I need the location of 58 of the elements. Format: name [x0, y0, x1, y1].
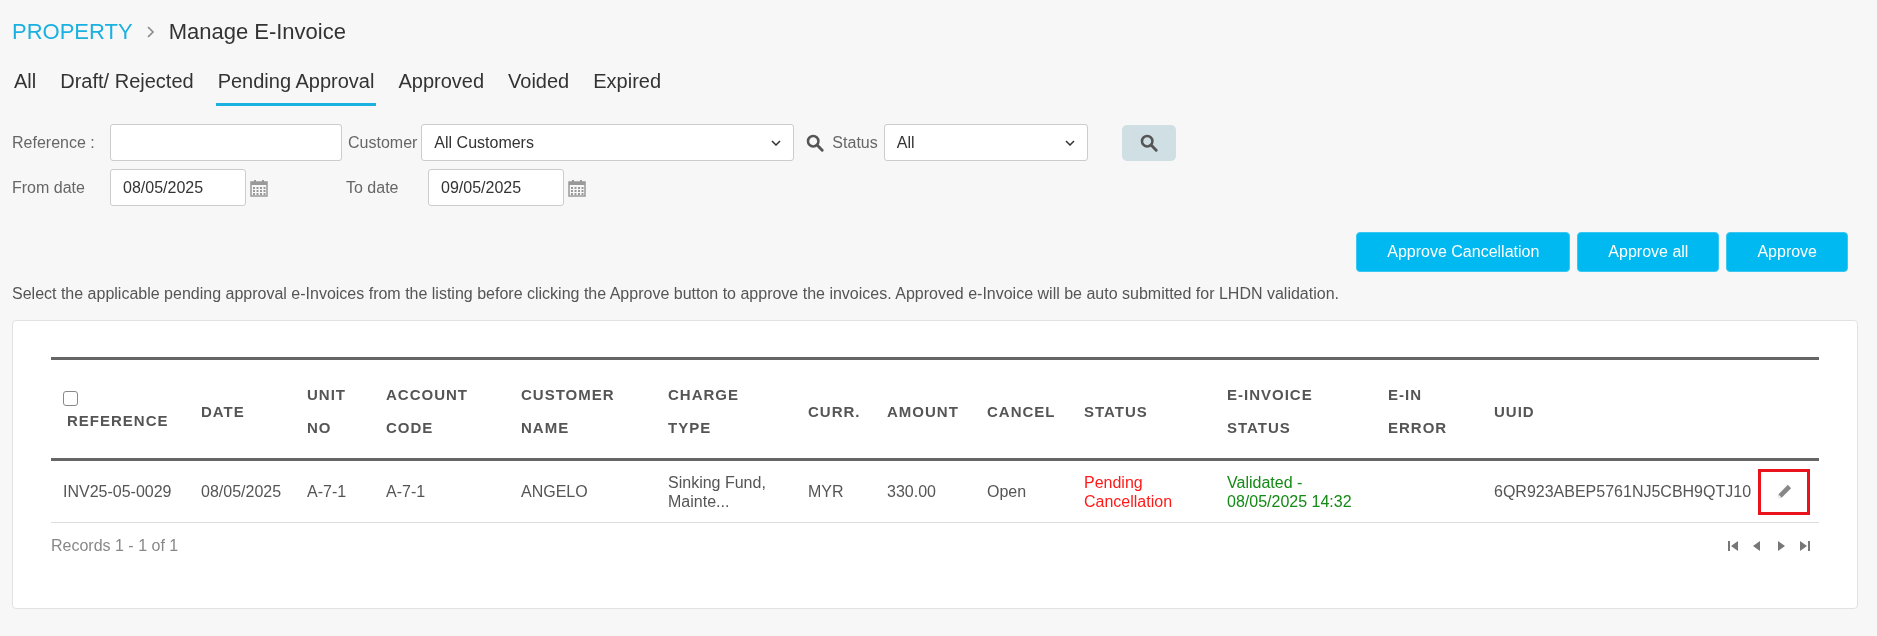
column-header[interactable]: CHARGE TYPE	[656, 358, 796, 460]
tab[interactable]: Pending Approval	[215, 66, 377, 106]
reference-input[interactable]	[110, 124, 342, 161]
column-header[interactable]: ACCOUNT CODE	[374, 358, 509, 460]
table-cell: Validated - 08/05/2025 14:32	[1215, 459, 1376, 523]
search-icon	[1139, 133, 1158, 152]
table-cell: INV25-05-0029	[51, 459, 189, 523]
column-header[interactable]: CANCEL	[975, 358, 1072, 460]
last-page-icon[interactable]	[1799, 540, 1811, 552]
table-cell: MYR	[796, 459, 875, 523]
select-all-checkbox[interactable]	[63, 390, 78, 406]
table-cell: Pending Cancellation	[1072, 459, 1215, 523]
table-cell: Sinking Fund, Mainte...	[656, 459, 796, 523]
table-cell: ANGELO	[509, 459, 656, 523]
column-header[interactable]: DATE	[189, 358, 295, 460]
field-label: Status	[832, 133, 878, 152]
tab[interactable]: Voided	[506, 66, 572, 106]
customer-select[interactable]: All Customers	[421, 124, 795, 161]
field-label: Reference :	[12, 133, 96, 152]
search-button[interactable]	[1121, 124, 1176, 161]
caret-icon	[1064, 139, 1075, 146]
tab[interactable]: Draft/ Rejected	[58, 66, 196, 106]
first-page-icon[interactable]	[1727, 540, 1739, 552]
previous-page-icon[interactable]	[1751, 540, 1763, 552]
column-header[interactable]: E-INVOICE STATUS	[1215, 358, 1376, 460]
column-header[interactable]: CURR.	[796, 358, 875, 460]
column-header[interactable]: E-IN ERROR	[1376, 358, 1482, 460]
tab[interactable]: Approved	[396, 66, 487, 106]
column-header[interactable]: CUSTOMER NAME	[509, 358, 656, 460]
table-cell: 330.00	[875, 459, 975, 523]
column-header[interactable]: UNIT NO	[295, 358, 374, 460]
table-cell: 08/05/2025	[189, 459, 295, 523]
table-cell: 6QR923ABEP5761NJ5CBH9QTJ10	[1482, 459, 1749, 523]
edit-button[interactable]	[1758, 468, 1810, 515]
search-icon[interactable]	[806, 133, 825, 152]
field-label: From date	[12, 178, 86, 197]
calendar-icon[interactable]	[568, 178, 586, 197]
column-header[interactable]: AMOUNT	[875, 358, 975, 460]
column-header[interactable]: STATUS	[1072, 358, 1215, 460]
table-cell: A-7-1	[374, 459, 509, 523]
column-header[interactable]: REFERENCE	[63, 409, 177, 432]
tab[interactable]: All	[12, 66, 39, 106]
chevron-right-icon	[146, 26, 155, 38]
field-label: To date	[346, 178, 400, 197]
table-cell: Open	[975, 459, 1072, 523]
date-input[interactable]: 08/05/2025	[110, 169, 246, 206]
records-count: Records 1 - 1 of 1	[51, 537, 179, 555]
status-select[interactable]: All	[883, 124, 1088, 161]
page-title: Manage E-Invoice	[168, 19, 346, 45]
info-text: Select the applicable pending approval e-Invoices from the listing before clicking the Approve button to approve the invoices. Approved e-Invoice will be auto submitted for LHDN validation.	[12, 285, 1340, 303]
field-label: Customer	[348, 133, 418, 152]
next-page-icon[interactable]	[1775, 540, 1787, 552]
date-input[interactable]: 09/05/2025	[428, 169, 564, 206]
table-cell: A-7-1	[295, 459, 374, 523]
tab[interactable]: Expired	[591, 66, 664, 106]
column-header[interactable]: UUID	[1482, 358, 1749, 460]
calendar-icon[interactable]	[250, 178, 268, 197]
caret-icon	[771, 139, 782, 146]
